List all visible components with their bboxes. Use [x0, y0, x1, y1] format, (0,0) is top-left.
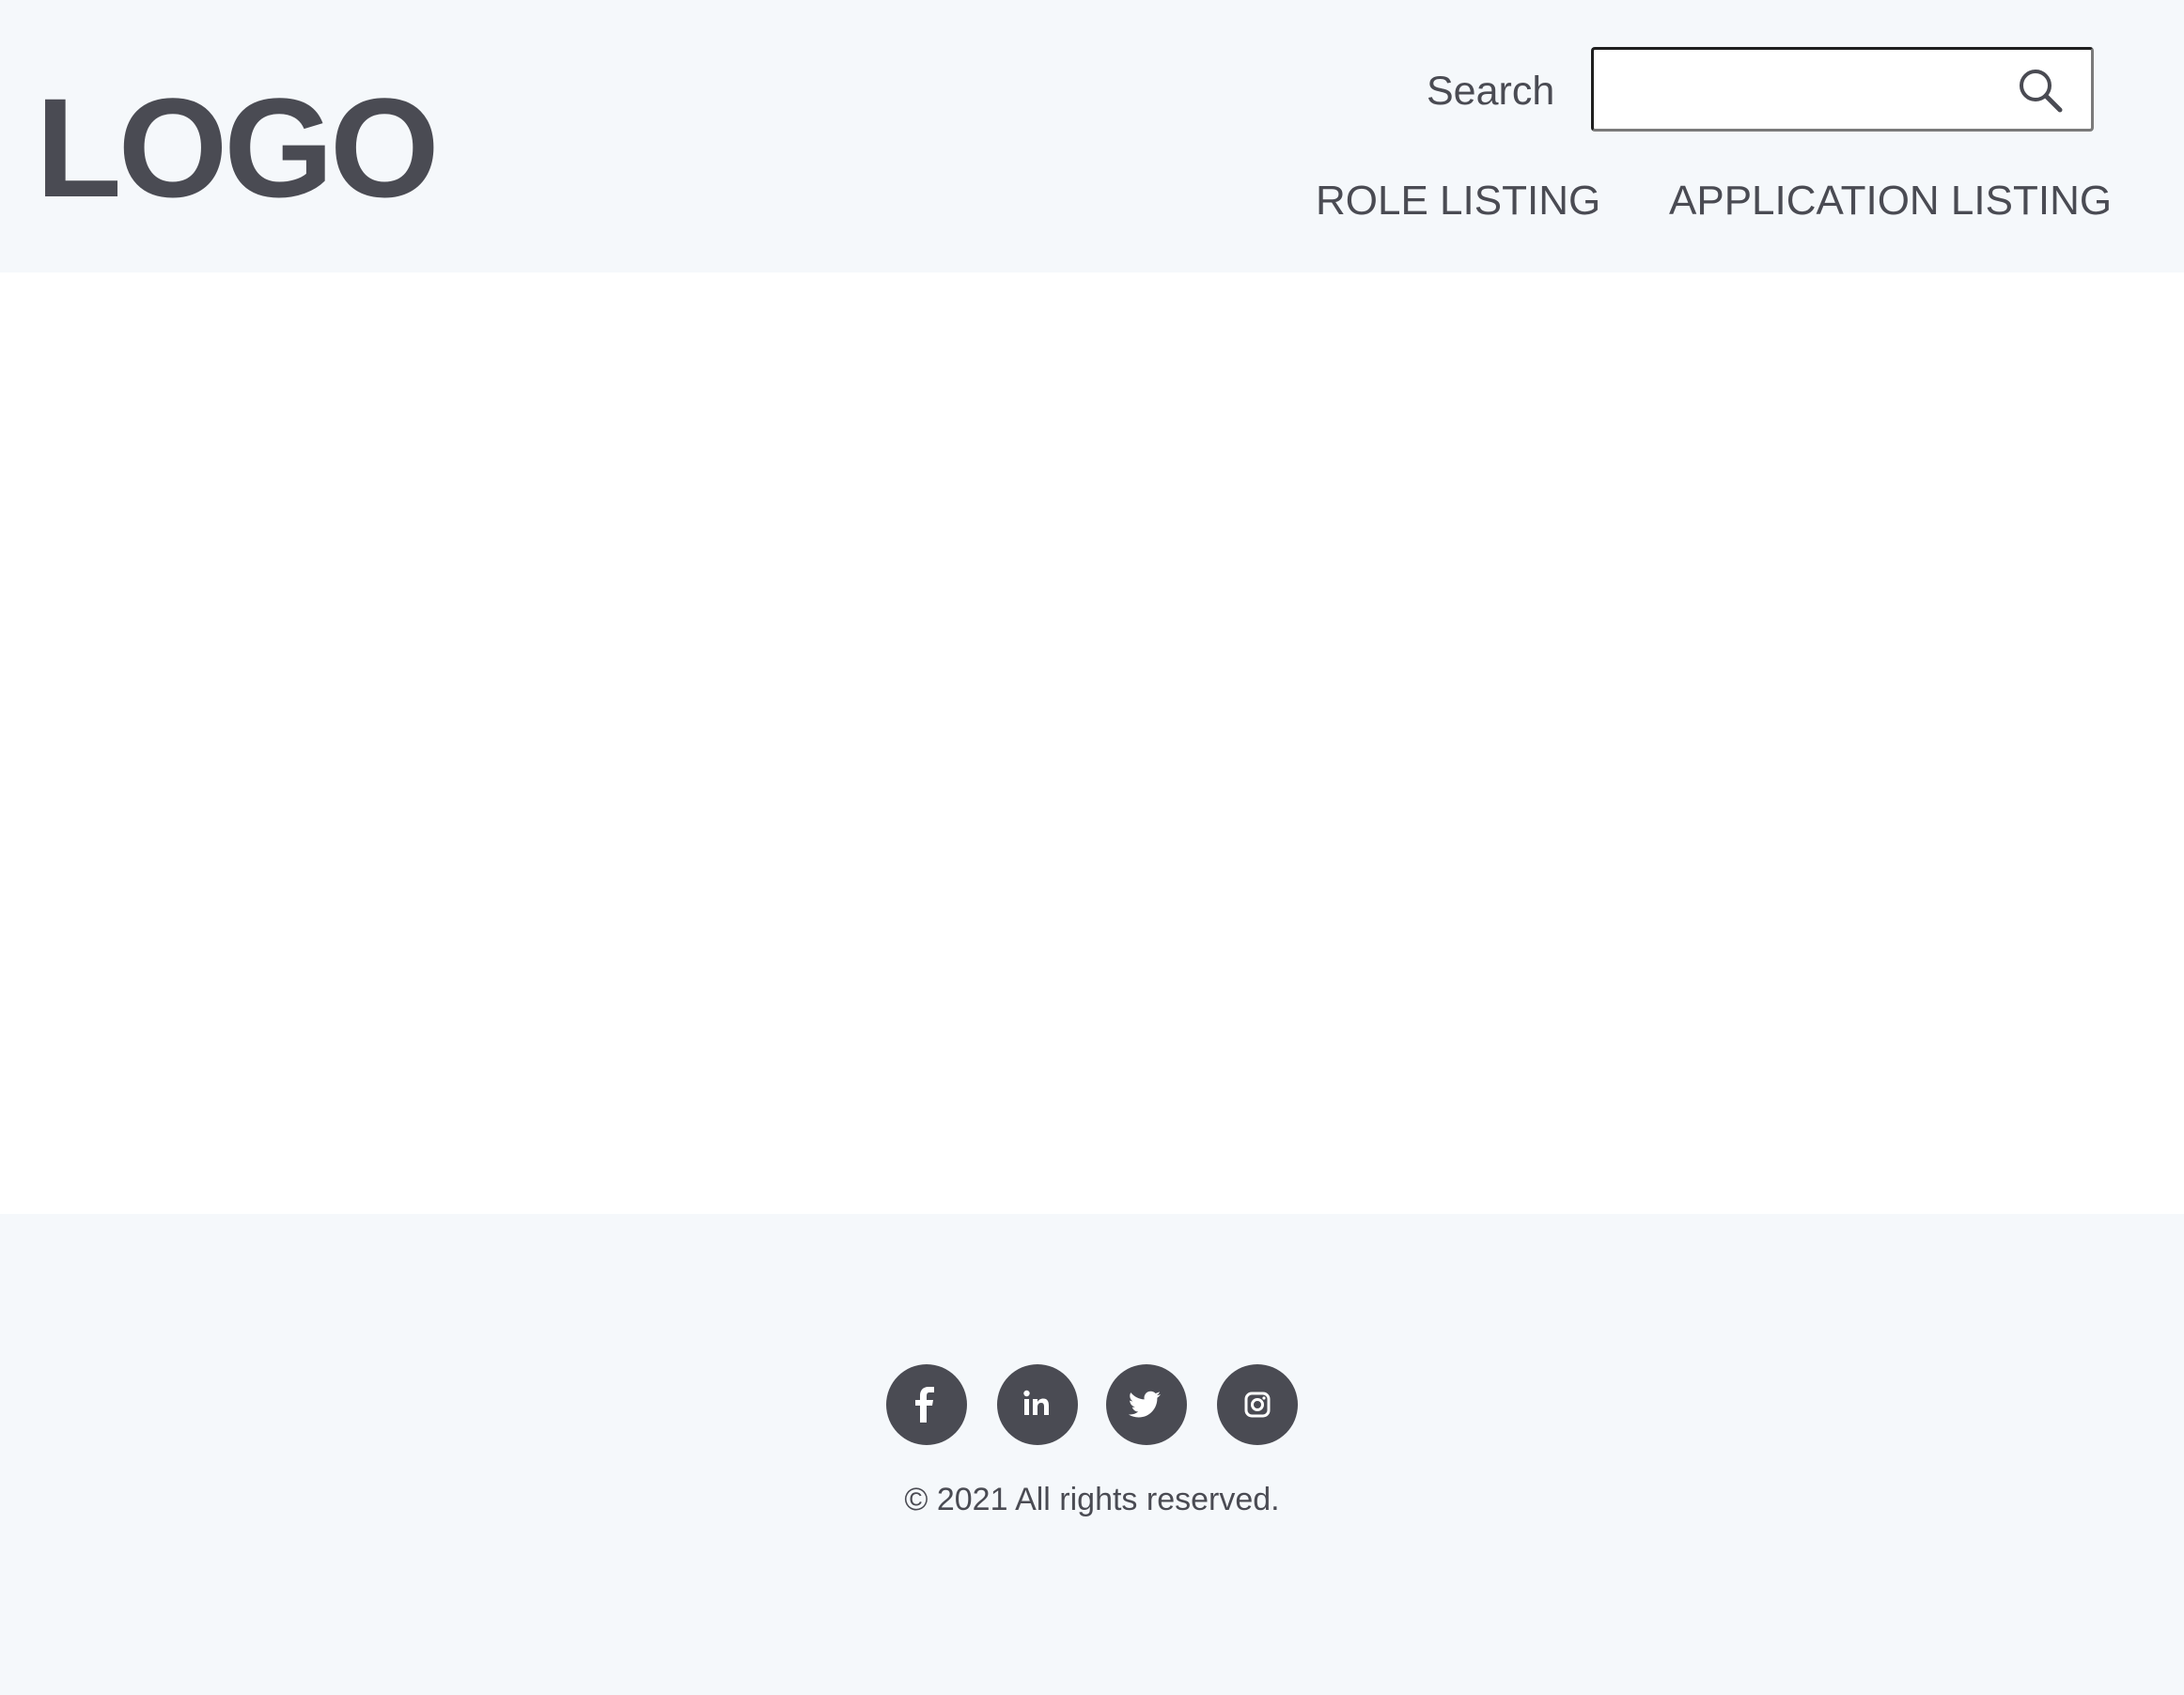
nav-application-listing[interactable]: APPLICATION LISTING — [1669, 177, 2112, 225]
twitter-icon — [1128, 1391, 1161, 1418]
search-box[interactable] — [1591, 47, 2094, 132]
copyright-text: © 2021 All rights reserved. — [904, 1482, 1280, 1517]
nav-role-listing[interactable]: ROLE LISTING — [1316, 177, 1600, 225]
linkedin-icon — [1023, 1390, 1049, 1415]
instagram-button[interactable] — [1217, 1364, 1298, 1445]
instagram-icon — [1244, 1392, 1271, 1418]
facebook-button[interactable] — [886, 1364, 967, 1445]
main-content — [0, 272, 2184, 1214]
linkedin-button[interactable] — [997, 1364, 1078, 1445]
site-footer: © 2021 All rights reserved. — [0, 1214, 2184, 1695]
search-label: Search — [1427, 69, 1555, 114]
twitter-button[interactable] — [1106, 1364, 1187, 1445]
logo[interactable]: LOGO — [36, 77, 440, 218]
facebook-icon — [915, 1387, 934, 1423]
search-icon[interactable] — [2015, 65, 2066, 116]
search-input[interactable] — [1594, 50, 2007, 129]
site-header: LOGO Search ROLE LISTING APPLICATION LIS… — [0, 0, 2184, 272]
